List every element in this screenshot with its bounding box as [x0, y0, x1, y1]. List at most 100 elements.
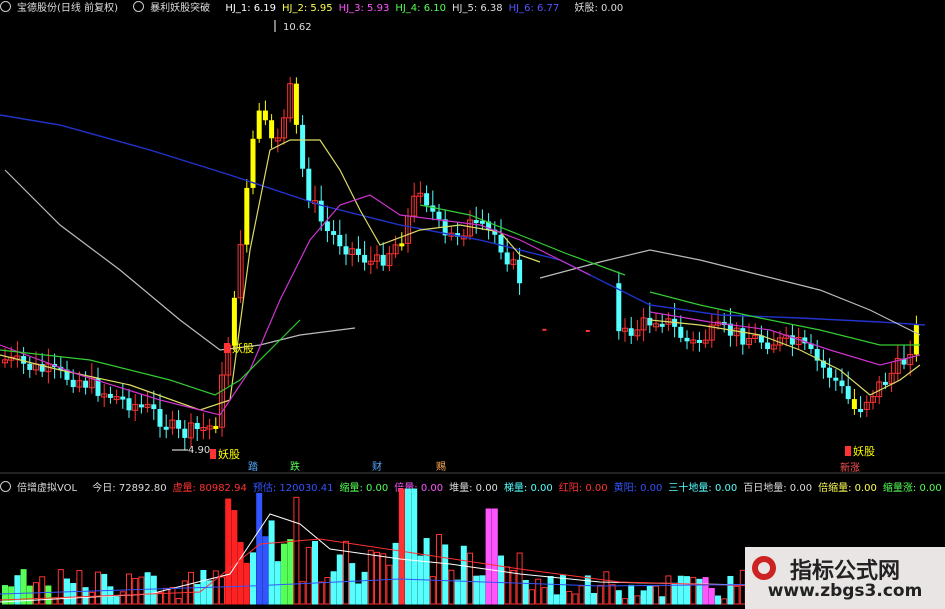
- volume-bar: [522, 579, 529, 605]
- yaogu-signal-label: 妖股: [853, 444, 875, 458]
- candle: [21, 355, 27, 364]
- bottom-marker-label: 财: [372, 460, 382, 473]
- volume-bar: [690, 576, 697, 605]
- volume-bar: [628, 584, 635, 605]
- signal-marker-box: [845, 446, 851, 456]
- candle: [120, 396, 126, 400]
- candle: [324, 221, 330, 232]
- volume-bar: [88, 591, 95, 605]
- volume-bar: [76, 570, 83, 605]
- candle: [517, 259, 523, 284]
- volume-bar: [355, 583, 362, 605]
- candle: [107, 393, 113, 398]
- volume-bar: [646, 585, 653, 605]
- volume-bar: [126, 573, 132, 605]
- candle: [269, 120, 275, 139]
- volume-bar: [411, 488, 418, 605]
- volume-bar: [715, 595, 721, 605]
- volume-bar: [119, 591, 126, 605]
- candle: [331, 231, 337, 235]
- volume-bar: [268, 520, 275, 605]
- volume-bar: [659, 596, 666, 605]
- volume-bar: [237, 541, 244, 605]
- candle: [585, 330, 590, 332]
- volume-bar: [305, 546, 312, 605]
- candle: [436, 211, 442, 220]
- volume-bar: [361, 571, 368, 605]
- volume-bar: [597, 584, 604, 605]
- volume-bar: [293, 496, 300, 605]
- volume-bar: [324, 576, 331, 605]
- volume-bar: [460, 545, 467, 605]
- candle: [678, 326, 684, 338]
- candle: [765, 342, 771, 350]
- volume-bar: [708, 587, 715, 605]
- volume-bar: [485, 508, 492, 605]
- bottom-marker-label: 踏: [248, 460, 258, 473]
- volume-bar: [609, 584, 616, 605]
- candle: [138, 404, 144, 408]
- volume-bar: [225, 498, 232, 605]
- volume-bar: [665, 575, 672, 605]
- candle: [306, 168, 312, 201]
- candle: [318, 200, 324, 222]
- volume-bar: [448, 569, 455, 605]
- volume-bar: [312, 541, 318, 605]
- volume-bar: [150, 575, 157, 605]
- candle: [845, 386, 851, 400]
- volume-bar: [281, 543, 287, 605]
- volume-bar: [733, 585, 740, 605]
- volume-bar: [144, 572, 151, 605]
- candle: [858, 409, 864, 413]
- candle: [430, 205, 436, 212]
- candle: [628, 328, 634, 336]
- volume-bar: [101, 573, 108, 605]
- candle: [542, 328, 547, 331]
- candle: [380, 254, 386, 266]
- candle: [504, 252, 510, 265]
- candle: [833, 377, 839, 381]
- candle: [498, 234, 504, 253]
- candle: [151, 404, 157, 410]
- volume-bar: [274, 561, 281, 605]
- yaogu-signal-label: 妖股: [232, 341, 254, 355]
- volume-bar: [516, 552, 523, 605]
- candle: [157, 409, 163, 427]
- volume-bar: [287, 539, 294, 605]
- ma-line-gray: [4, 169, 356, 351]
- volume-bar: [572, 593, 579, 605]
- volume-bar: [547, 576, 554, 605]
- candle: [126, 398, 132, 411]
- volume-bar: [560, 575, 566, 605]
- volume-bar: [491, 508, 498, 605]
- candle: [696, 339, 702, 343]
- candle: [355, 248, 361, 255]
- volume-bar: [696, 578, 703, 605]
- volume-bar: [653, 585, 659, 605]
- price-chart-panel[interactable]: 宝德股份(日线 前复权) 暴利妖股突破 HJ_1: 6.19 HJ_2: 5.95…: [0, 0, 945, 474]
- candle: [851, 399, 857, 410]
- candle: [424, 193, 430, 206]
- volume-bar: [26, 585, 33, 605]
- volume-bar: [380, 553, 387, 605]
- volume-bar: [553, 594, 560, 605]
- volume-bar: [566, 590, 573, 605]
- candle: [362, 254, 368, 263]
- candle: [163, 426, 169, 430]
- volume-bar: [392, 542, 399, 605]
- volume-bar: [405, 488, 411, 605]
- candle: [684, 337, 690, 342]
- volume-bar: [615, 590, 622, 605]
- volume-bar: [398, 488, 405, 605]
- candlestick-chart[interactable]: 10.624.90妖股妖股 妖股踏跌财赐新涨: [0, 0, 945, 474]
- volume-bar: [367, 549, 374, 605]
- candle: [262, 110, 268, 121]
- volume-bar: [336, 554, 343, 605]
- volume-bar: [603, 571, 610, 605]
- candle: [83, 380, 89, 388]
- volume-bar: [219, 576, 225, 605]
- volume-bar: [386, 564, 393, 605]
- volume-bar: [82, 587, 89, 605]
- volume-bar: [95, 571, 101, 605]
- volume-bar: [454, 579, 461, 605]
